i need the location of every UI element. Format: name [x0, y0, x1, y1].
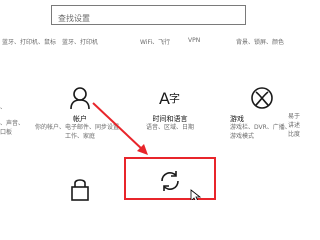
annotation-overlay: [92, 102, 202, 200]
annotation-arrow: [92, 102, 148, 155]
mouse-cursor-icon: [190, 189, 202, 200]
